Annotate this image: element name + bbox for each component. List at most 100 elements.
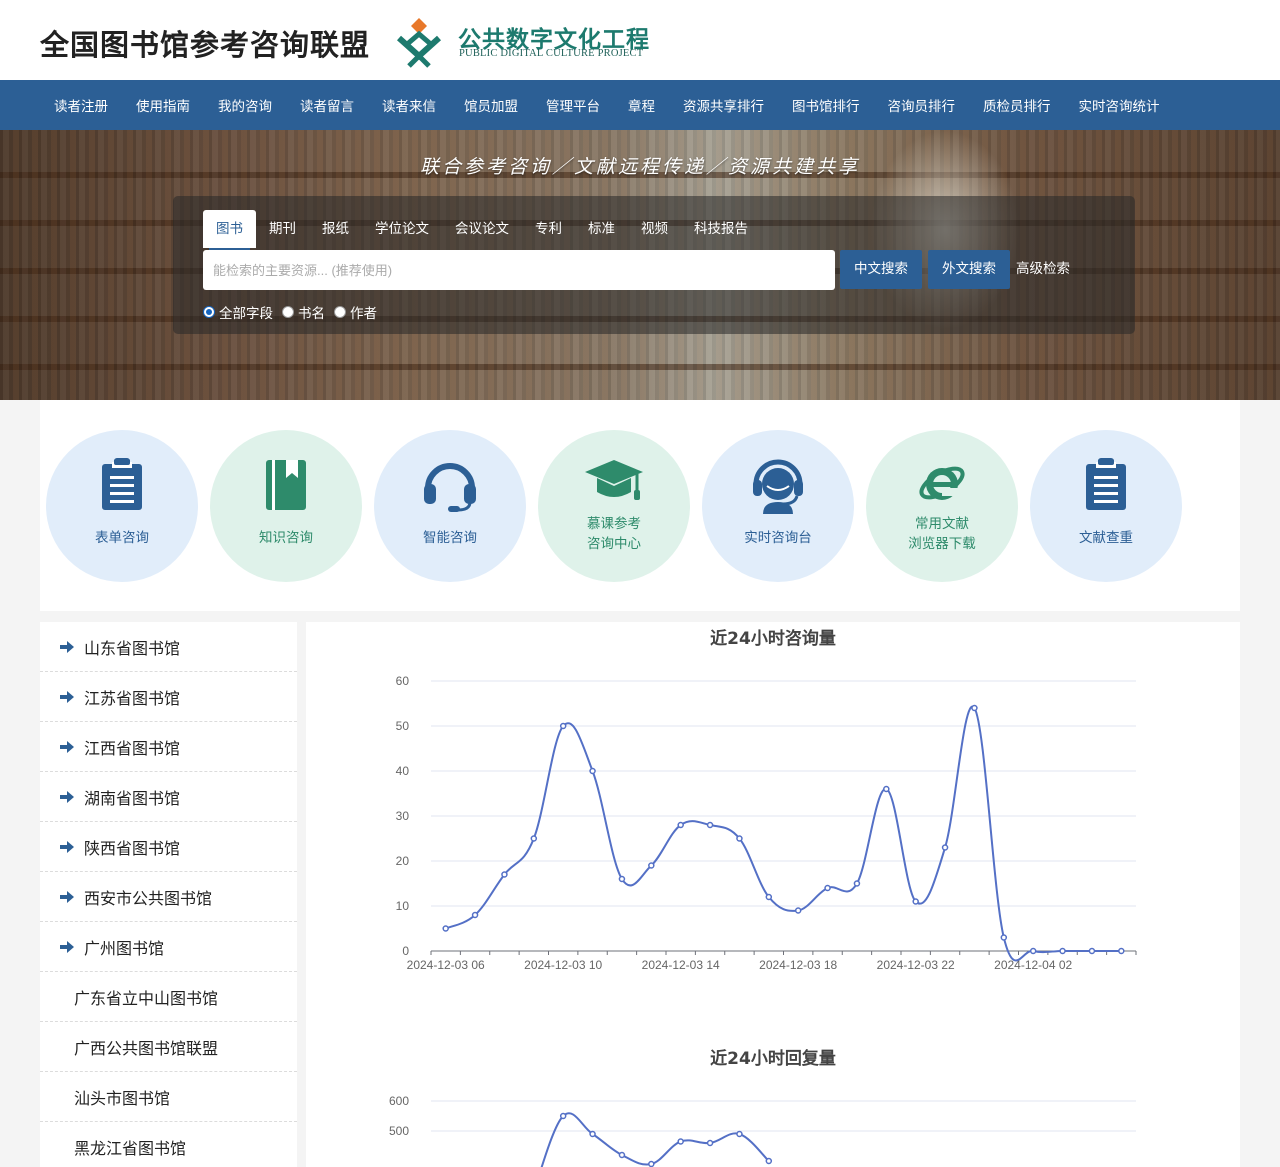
data-point[interactable]	[971, 704, 978, 712]
data-point[interactable]	[501, 871, 508, 878]
advanced-search-link[interactable]: 高级检索	[1016, 250, 1070, 289]
library-link[interactable]: 江西省图书馆	[40, 722, 297, 772]
library-link[interactable]: 广西公共图书馆联盟	[40, 1022, 297, 1072]
search-tab[interactable]: 期刊	[256, 210, 309, 248]
data-point[interactable]	[471, 911, 479, 919]
data-point[interactable]	[1059, 947, 1066, 955]
service-button[interactable]: 文献查重	[1030, 430, 1182, 582]
search-field-radio[interactable]: 书名	[282, 302, 325, 322]
radio-button[interactable]	[203, 306, 215, 318]
data-point[interactable]	[677, 1138, 684, 1145]
library-link[interactable]: 湖南省图书馆	[40, 772, 297, 822]
nav-item[interactable]: 质检员排行	[969, 95, 1065, 115]
data-point[interactable]	[736, 835, 743, 842]
foreign-search-button[interactable]: 外文搜索	[928, 250, 1010, 289]
data-point[interactable]	[1118, 947, 1125, 955]
library-link[interactable]: 西安市公共图书馆	[40, 872, 297, 922]
nav-item[interactable]: 图书馆排行	[778, 95, 874, 115]
nav-item[interactable]: 读者注册	[40, 95, 122, 115]
x-tick-label: 2024-12-03 10	[524, 958, 602, 972]
data-point[interactable]	[618, 875, 626, 883]
data-point[interactable]	[765, 893, 773, 901]
arrow-right-icon	[60, 740, 74, 753]
library-list: 山东省图书馆江苏省图书馆江西省图书馆 湖南省图书馆陕西省图书馆西安市公共图书馆 广州…	[40, 622, 297, 1167]
data-point[interactable]	[618, 1151, 626, 1159]
data-point[interactable]	[824, 884, 831, 892]
nav-item[interactable]: 管理平台	[532, 95, 614, 115]
data-point[interactable]	[912, 898, 919, 905]
chart-title-consultations: 近24小时咨询量	[710, 629, 836, 649]
library-link[interactable]: 汕头市图书馆	[40, 1072, 297, 1122]
y-tick-label: 10	[396, 899, 410, 913]
library-link[interactable]: 陕西省图书馆	[40, 822, 297, 872]
data-point[interactable]	[589, 1130, 596, 1138]
search-input[interactable]	[203, 250, 835, 290]
data-point[interactable]	[706, 821, 714, 829]
data-point[interactable]	[706, 1139, 714, 1147]
data-point[interactable]	[853, 880, 861, 887]
data-point[interactable]	[736, 1130, 743, 1138]
data-point[interactable]	[765, 1157, 773, 1165]
library-name: 陕西省图书馆	[84, 838, 181, 858]
x-tick-label: 2024-12-04 02	[994, 958, 1072, 972]
nav-item[interactable]: 资源共享排行	[669, 95, 778, 115]
radio-button[interactable]	[334, 306, 346, 318]
search-tab[interactable]: 学位论文	[362, 210, 442, 248]
data-point[interactable]	[1088, 947, 1096, 955]
library-link[interactable]: 江苏省图书馆	[40, 672, 297, 722]
service-label: 知识咨询	[259, 530, 313, 546]
banner: 联合参考咨询／文献远程传递／资源共建共享 图书 期刊 报纸 学位论文 会议论文 专利 标准视…	[0, 130, 1280, 400]
search-field-radio[interactable]: 全部字段	[203, 302, 273, 322]
data-point[interactable]	[883, 785, 890, 793]
library-link[interactable]: 山东省图书馆	[40, 622, 297, 672]
service-button[interactable]: 智能咨询	[374, 430, 526, 582]
data-point[interactable]	[559, 1112, 567, 1120]
nav-item[interactable]: 馆员加盟	[450, 95, 532, 115]
nav-item[interactable]: 读者留言	[286, 95, 368, 115]
site-title[interactable]: 全国图书馆参考咨询联盟	[40, 22, 370, 64]
nav-item[interactable]: 使用指南	[122, 95, 204, 115]
data-point[interactable]	[589, 767, 596, 775]
data-point[interactable]	[941, 844, 949, 851]
search-field-radio[interactable]: 作者	[334, 302, 377, 322]
data-point[interactable]	[648, 862, 655, 869]
data-point[interactable]	[1029, 947, 1037, 955]
nav-item[interactable]: 我的咨询	[204, 95, 286, 115]
service-button[interactable]: 表单咨询	[46, 430, 198, 582]
nav-item[interactable]: 章程	[614, 95, 669, 115]
data-point[interactable]	[648, 1160, 655, 1167]
data-point[interactable]	[677, 821, 684, 829]
library-link[interactable]: 广东省立中山图书馆	[40, 972, 297, 1022]
search-tab[interactable]: 会议论文	[442, 210, 522, 248]
library-link[interactable]: 广州图书馆	[40, 922, 297, 972]
service-button[interactable]: 常用文献 浏览器下载	[866, 430, 1018, 582]
banner-slogan: 联合参考咨询／文献远程传递／资源共建共享	[419, 156, 860, 178]
service-label: 实时咨询台	[744, 530, 812, 546]
search-tab[interactable]: 专利	[522, 210, 575, 248]
search-tab[interactable]: 视频	[628, 210, 681, 248]
library-name: 广东省立中山图书馆	[74, 988, 219, 1008]
search-tab[interactable]: 标准	[575, 210, 628, 248]
x-tick-label: 2024-12-03 14	[642, 958, 720, 972]
search-tab[interactable]: 图书	[203, 210, 256, 250]
data-point[interactable]	[530, 835, 538, 842]
series-line	[445, 705, 1122, 962]
nav-item[interactable]: 实时咨询统计	[1065, 95, 1174, 115]
radio-button[interactable]	[282, 306, 294, 318]
search-tab[interactable]: 报纸	[309, 210, 362, 248]
library-link[interactable]: 黑龙江省图书馆	[40, 1122, 297, 1167]
service-button[interactable]: 实时咨询台	[702, 430, 854, 582]
nav-item[interactable]: 咨询员排行	[874, 95, 970, 115]
data-point[interactable]	[794, 907, 802, 914]
library-name: 江苏省图书馆	[84, 688, 181, 708]
data-point[interactable]	[559, 722, 567, 730]
chinese-search-button[interactable]: 中文搜索	[840, 250, 922, 289]
service-button[interactable]: 慕课参考 咨询中心	[538, 430, 690, 582]
data-point[interactable]	[442, 925, 449, 932]
data-point[interactable]	[1000, 934, 1008, 941]
service-button[interactable]: 知识咨询	[210, 430, 362, 582]
ie-browser-icon	[919, 466, 965, 500]
chart-panel: 近24小时咨询量 0 10 20 30 40 50 60 2024-12-03 06 2024-…	[306, 622, 1240, 1167]
nav-item[interactable]: 读者来信	[368, 95, 450, 115]
search-tab[interactable]: 科技报告	[681, 210, 761, 248]
